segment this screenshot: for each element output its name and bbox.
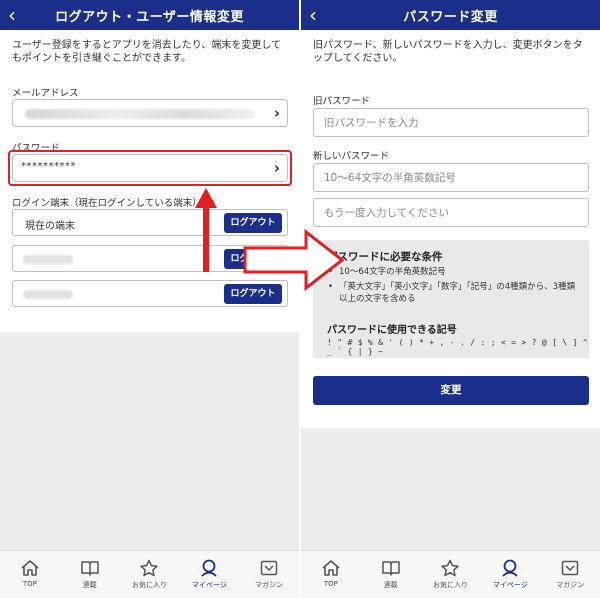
intro-text: 旧パスワード、新しいパスワードを入力し、変更ボタンをタップしてください。 (313, 40, 583, 64)
home-icon (19, 558, 41, 578)
back-button[interactable]: ‹ (8, 2, 16, 28)
person-icon (198, 558, 220, 578)
symbols-title: パスワードに使用できる記号 (327, 325, 457, 336)
right-header: ‹ パスワード変更 (301, 0, 600, 30)
tab-magazine[interactable]: マガジン (540, 551, 600, 598)
new-password-field[interactable] (314, 164, 588, 191)
page-title: ログアウト・ユーザー情報変更 (55, 9, 244, 25)
devices-label: ログイン端末（現在ログインしている端末） (12, 198, 202, 209)
logout-button[interactable]: ログアウト (224, 213, 282, 233)
star-icon (138, 558, 160, 578)
left-content: ユーザー登録をするとアプリを消去したり、端末を変更してもポイントを引き継ぐことが… (0, 30, 299, 332)
confirm-password-input[interactable] (313, 198, 589, 227)
device-row: 現在の端末 ログアウト (12, 209, 288, 236)
star-icon (439, 558, 461, 578)
chevron-right-icon: › (273, 104, 280, 122)
conditions-title: パスワードに必要な条件 (327, 251, 443, 263)
new-password-input[interactable] (313, 163, 589, 192)
password-highlight-box (8, 150, 292, 186)
password-conditions-box: パスワードに必要な条件 10～64文字の半角英数記号 「英大文字」「英小文字」「… (313, 240, 589, 358)
tab-bar: TOP 連載 お気に入り マイページ マガジン (301, 550, 600, 598)
old-password-label: 旧パスワード (313, 96, 371, 107)
condition-item: 「英大文字」「英小文字」「数字」「記号」の4種類から、3種類以上の文字を含める (327, 281, 581, 305)
blurred-device-name (23, 255, 73, 264)
logout-button[interactable]: ログアウト (224, 284, 282, 304)
password-change-screen: ‹ パスワード変更 旧パスワード、新しいパスワードを入力し、変更ボタンをタップし… (301, 0, 600, 598)
confirm-password-field[interactable] (314, 199, 588, 226)
tab-magazine[interactable]: マガジン (239, 551, 299, 598)
allowed-symbols: ! " # $ % & ' ( ) * + , - . / : ; < = > … (327, 338, 588, 356)
blurred-device-name (23, 290, 73, 299)
blurred-email-value (25, 109, 255, 119)
change-button[interactable]: 変更 (313, 376, 589, 405)
right-content: 旧パスワード、新しいパスワードを入力し、変更ボタンをタップしてください。 旧パス… (301, 30, 600, 428)
home-icon (320, 558, 342, 578)
logout-user-info-screen: ‹ ログアウト・ユーザー情報変更 ユーザー登録をするとアプリを消去したり、端末を… (0, 0, 299, 598)
tab-series[interactable]: 連載 (60, 551, 120, 598)
back-button[interactable]: ‹ (309, 2, 317, 28)
logout-button[interactable]: ログアウト (224, 249, 282, 269)
device-row: ログアウト (12, 245, 288, 272)
tab-bar: TOP 連載 お気に入り マイページ マガジン (0, 550, 299, 598)
tab-favorites[interactable]: お気に入り (120, 551, 180, 598)
device-row: ログアウト (12, 280, 288, 307)
tab-series[interactable]: 連載 (361, 551, 421, 598)
tab-mypage[interactable]: マイページ (179, 551, 239, 598)
person-icon (499, 558, 521, 578)
tab-favorites[interactable]: お気に入り (421, 551, 481, 598)
old-password-field[interactable] (314, 109, 588, 136)
magazine-icon (559, 558, 581, 578)
book-icon (380, 558, 402, 578)
email-label: メールアドレス (12, 88, 79, 99)
conditions-list: 10～64文字の半角英数記号 「英大文字」「英小文字」「数字」「記号」の4種類か… (327, 266, 581, 308)
tab-top[interactable]: TOP (301, 551, 361, 598)
book-icon (79, 558, 101, 578)
tab-top[interactable]: TOP (0, 551, 60, 598)
magazine-icon (258, 558, 280, 578)
left-header: ‹ ログアウト・ユーザー情報変更 (0, 0, 299, 30)
email-field[interactable]: › (12, 99, 288, 127)
tab-mypage[interactable]: マイページ (480, 551, 540, 598)
page-title: パスワード変更 (403, 9, 498, 25)
intro-text: ユーザー登録をするとアプリを消去したり、端末を変更してもポイントを引き継ぐことが… (12, 40, 282, 64)
condition-item: 10～64文字の半角英数記号 (327, 266, 581, 278)
old-password-input[interactable] (313, 108, 589, 137)
device-name: 現在の端末 (25, 221, 75, 232)
new-password-label: 新しいパスワード (313, 151, 390, 162)
